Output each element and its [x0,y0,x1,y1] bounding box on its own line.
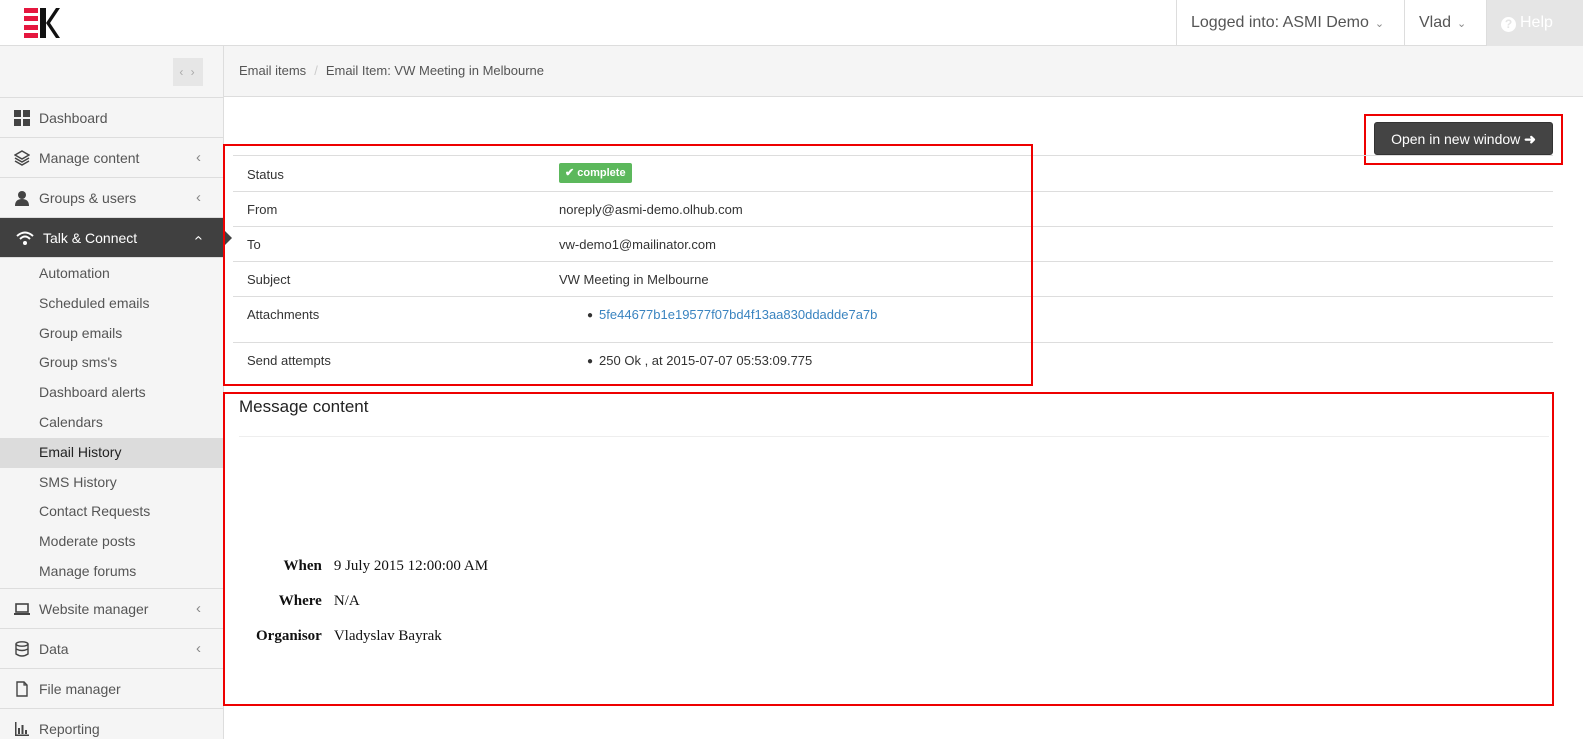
chevron-left-icon: ‹ [196,189,201,206]
sidebar-item-label: Website manager [39,600,149,617]
sidebar-item-data[interactable]: Data ‹ [0,629,223,669]
submenu-item-contact-requests[interactable]: Contact Requests [0,497,223,527]
sidebar-item-label: Dashboard [39,110,108,126]
sidebar-item-label: Data [39,640,69,657]
submenu-item-group-emails[interactable]: Group emails [0,319,223,349]
sidebar-item-label: Manage content [39,150,140,166]
logged-into-label: Logged into: ASMI Demo [1191,14,1369,31]
help-button[interactable]: ? Help [1486,0,1583,46]
breadcrumb-current: Email Item: VW Meeting in Melbourne [325,63,545,78]
table-row: Organisor Vladyslav Bayrak [256,619,488,654]
sidebar-item-groups-users[interactable]: Groups & users ‹ [0,178,223,218]
arrow-right-icon: ➜ [1524,131,1536,147]
sidebar-item-manage-content[interactable]: Manage content ‹ [0,138,223,178]
help-label: Help [1520,14,1553,31]
chevron-left-icon: ‹ [196,149,201,166]
submenu-item-calendars[interactable]: Calendars [0,408,223,438]
breadcrumb-email-items[interactable]: Email items [239,63,306,78]
user-icon [15,191,29,206]
chevron-down-icon: ‹ [190,235,208,241]
file-icon [16,681,28,697]
laptop-icon [14,602,30,615]
sidebar-item-website-manager[interactable]: Website manager ‹ [0,589,223,629]
layers-icon [14,150,30,166]
open-in-new-window-button[interactable]: Open in new window ➜ [1374,122,1553,155]
submenu-item-email-history[interactable]: Email History [0,437,223,468]
breadcrumb: Email items / Email Item: VW Meeting in Me… [224,46,1583,97]
database-icon [15,640,29,657]
sidebar-item-label: Reporting [39,720,100,737]
submenu-item-moderate-posts[interactable]: Moderate posts [0,527,223,557]
organisor-label: Organisor [256,628,322,644]
chevron-left-icon: ‹ [196,599,201,617]
submenu-item-automation[interactable]: Automation [0,259,223,289]
sidebar-item-label: File manager [39,680,121,697]
message-content-title: Message content [239,397,369,416]
submenu-item-sms-history[interactable]: SMS History [0,468,223,498]
sidebar-item-talk-connect[interactable]: Talk & Connect ‹ [0,218,232,258]
top-bar: Logged into: ASMI Demo ⌄ Vlad ⌄ ? Help [0,0,1583,46]
account-switcher[interactable]: Logged into: ASMI Demo ⌄ [1176,0,1404,46]
message-body-table: When 9 July 2015 12:00:00 AM Where N/A O… [252,549,492,654]
talk-connect-submenu: Automation Scheduled emails Group emails… [0,258,223,589]
when-value: 9 July 2015 12:00:00 AM [333,558,489,574]
chevron-left-icon: ‹ [196,639,201,657]
user-name: Vlad [1419,14,1452,31]
bar-chart-icon [15,721,29,736]
sidebar-item-reporting[interactable]: Reporting [0,709,223,739]
divider [239,436,1549,437]
sidebar-item-label: Groups & users [39,190,137,206]
chevron-down-icon: ⌄ [1374,18,1385,30]
sidebar-item-file-manager[interactable]: File manager [0,669,223,709]
user-menu[interactable]: Vlad ⌄ [1404,0,1486,46]
sidebar: ‹ › Dashboard Manage content ‹ Groups & … [0,46,232,739]
sidebar-item-dashboard[interactable]: Dashboard [0,98,223,138]
sidebar-collapse-toggle[interactable]: ‹ › [173,58,203,86]
wifi-icon [16,231,34,245]
submenu-item-dashboard-alerts[interactable]: Dashboard alerts [0,378,223,408]
submenu-item-group-sms[interactable]: Group sms's [0,348,223,378]
dashboard-grid-icon [14,110,30,126]
where-label: Where [278,593,322,609]
breadcrumb-separator: / [314,63,318,78]
table-row: Where N/A [256,584,488,619]
table-row: When 9 July 2015 12:00:00 AM [256,549,489,584]
sidebar-item-label: Talk & Connect [43,230,138,246]
submenu-item-scheduled-emails[interactable]: Scheduled emails [0,289,223,319]
chevron-down-icon: ⌄ [1457,18,1467,30]
highlight-box-details [223,144,1033,386]
where-value: N/A [333,593,360,609]
when-label: When [283,558,322,574]
question-circle-icon: ? [1501,17,1516,32]
submenu-item-manage-forums[interactable]: Manage forums [0,557,223,587]
organisor-value: Vladyslav Bayrak [333,628,442,644]
brand-logo[interactable] [24,8,60,38]
sidebar-menu: Dashboard Manage content ‹ Groups & user… [0,97,232,739]
open-in-new-window-label: Open in new window [1391,131,1521,147]
